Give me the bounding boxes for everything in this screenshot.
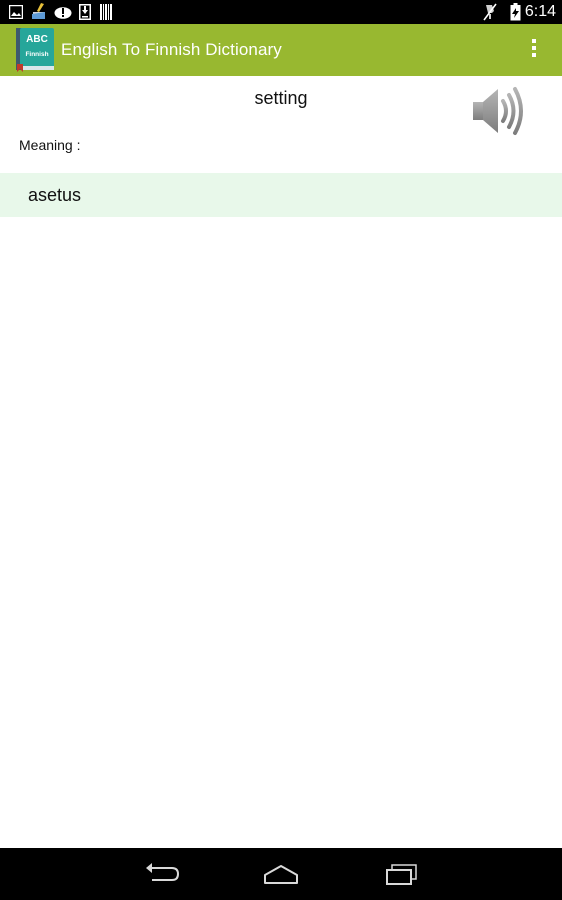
home-icon[interactable]: [261, 861, 301, 887]
image-icon: [9, 5, 23, 19]
navigation-bar: [0, 848, 562, 900]
barcode-icon: [100, 4, 112, 20]
dictionary-book-icon[interactable]: ABC Finnish: [16, 26, 54, 72]
meaning-row: asetus: [0, 173, 562, 217]
logo-text-top: ABC: [26, 34, 48, 45]
download-icon: [79, 4, 91, 20]
recent-apps-icon[interactable]: [381, 861, 421, 887]
clock: 6:14: [524, 3, 556, 20]
meaning-label: Meaning :: [19, 137, 81, 153]
action-bar: ABC Finnish English To Finnish Dictionar…: [0, 24, 562, 76]
logo-text-bottom: Finnish: [25, 51, 48, 58]
status-bar: 6:14: [0, 0, 562, 24]
overflow-menu-icon[interactable]: [530, 39, 538, 61]
back-icon[interactable]: [142, 861, 182, 887]
mute-icon: [483, 3, 497, 21]
battery-icon: [510, 3, 521, 21]
meaning-text: asetus: [28, 185, 82, 205]
app-title: English To Finnish Dictionary: [61, 40, 282, 59]
speaker-icon[interactable]: [470, 84, 530, 138]
cloud-icon: [54, 7, 72, 19]
cleaner-icon: [32, 3, 45, 19]
